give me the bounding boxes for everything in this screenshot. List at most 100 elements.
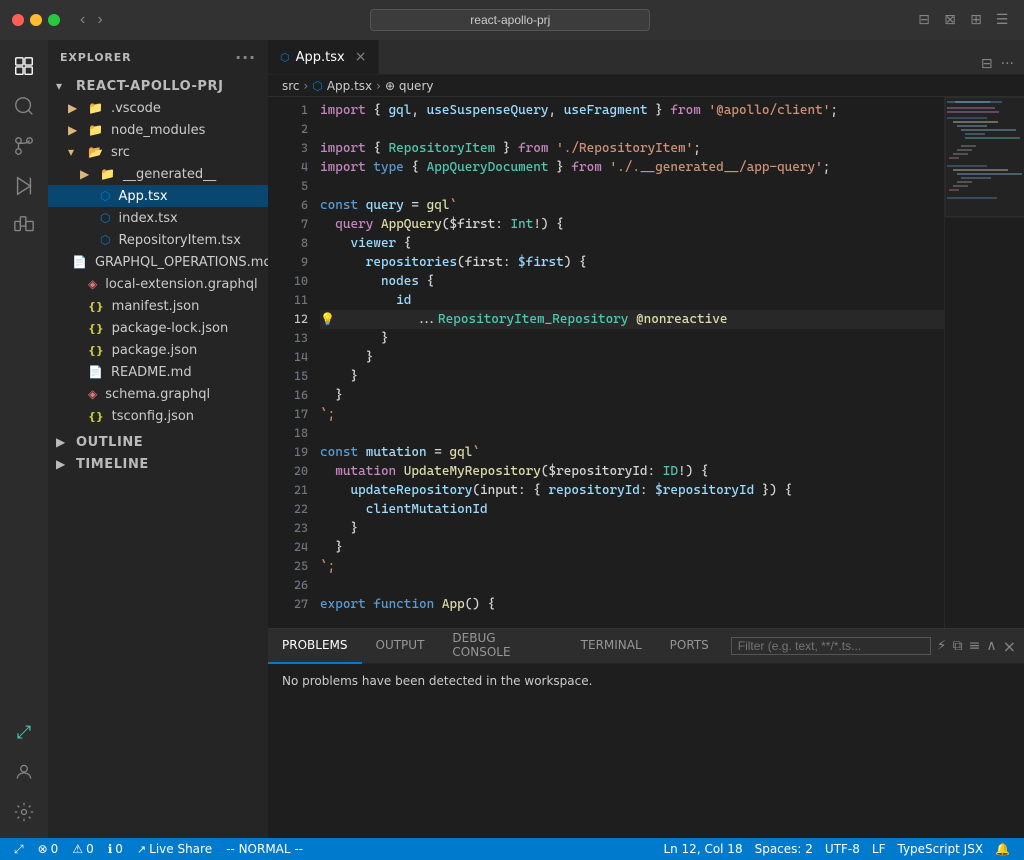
status-warnings[interactable]: ⚠ 0 [66,838,99,860]
split-editor-button[interactable]: ⊟ [979,54,995,74]
tree-item-manifest[interactable]: {} manifest.json [48,295,268,317]
status-errors[interactable]: ⊗ 0 [32,838,65,860]
panel-layout-icon[interactable]: ⊟ [914,10,934,30]
breadcrumb-src[interactable]: src [282,79,300,93]
line-num-26: 26 [268,576,308,595]
tree-item-repository-item[interactable]: ⬡ RepositoryItem.tsx [48,229,268,251]
liveshare-label: Live Share [149,842,212,856]
code-editor[interactable]: 1 2 3 4 5 6 7 8 9 10 11 12 13 14 15 16 1 [268,97,944,628]
tree-item-node-modules[interactable]: ▶ 📁 node_modules [48,119,268,141]
code-line-5 [320,177,944,196]
panel-tab-terminal[interactable]: TERMINAL [567,629,656,664]
activity-source-control[interactable] [6,128,42,164]
tree-item-package-lock[interactable]: {} package-lock.json [48,317,268,339]
chevron-right-icon2: ▶ [68,123,84,137]
maximize-button[interactable] [48,14,60,26]
tree-item-timeline[interactable]: ▶ TIMELINE [48,453,268,475]
activity-account[interactable] [6,754,42,790]
status-liveshare[interactable]: ↗ Live Share [131,838,218,860]
breadcrumb-app-tsx-label[interactable]: App.tsx [327,79,372,93]
panel-tab-problems[interactable]: PROBLEMS [268,629,362,664]
status-remote-button[interactable]: ⤢ [8,838,30,860]
close-panel-icon[interactable]: × [1003,637,1016,656]
clear-output-icon[interactable]: ≡ [969,638,981,654]
tree-label-tsconfig: tsconfig.json [112,409,194,424]
panel-tab-ports[interactable]: PORTS [656,629,723,664]
line-num-15: 15 [268,367,308,386]
tab-close-button[interactable]: × [355,49,367,65]
layout-icon[interactable]: ⊞ [966,10,986,30]
activity-search[interactable] [6,88,42,124]
error-count: 0 [51,842,59,856]
activity-explorer[interactable] [6,48,42,84]
status-position[interactable]: Ln 12, Col 18 [657,838,748,860]
tree-item-readme[interactable]: 📄 README.md [48,361,268,383]
folder-icon3: 📁 [100,167,115,181]
minimize-button[interactable] [30,14,42,26]
line-num-25: 25 [268,557,308,576]
activity-settings[interactable] [6,794,42,830]
activity-extensions[interactable] [6,208,42,244]
activity-bottom: ⤢ [6,714,42,830]
filter-icon[interactable]: ⚡ [937,638,947,654]
back-button[interactable]: ‹ [76,9,89,31]
folder-icon: 📁 [88,101,103,115]
light-bulb-icon[interactable]: 💡 [320,310,335,329]
sidebar-more-button[interactable]: ··· [235,48,256,67]
traffic-lights [12,14,60,26]
code-line-21: updateRepository(input: { repositoryId: … [320,481,944,500]
tree-label-package: package.json [112,343,198,358]
copy-output-icon[interactable]: ⧉ [953,638,963,654]
status-encoding[interactable]: UTF-8 [819,838,866,860]
language-text: TypeScript JSX [897,842,983,856]
status-language[interactable]: TypeScript JSX [891,838,989,860]
tree-item-vscode[interactable]: ▶ 📁 .vscode [48,97,268,119]
tree-item-outline[interactable]: ▶ OUTLINE [48,431,268,453]
tree-item-app-tsx[interactable]: ⬡ App.tsx [48,185,268,207]
breadcrumb-app-tsx[interactable]: ⬡ [312,79,322,93]
collapse-panel-icon[interactable]: ∧ [986,638,996,654]
breadcrumb-query[interactable]: ⊕ query [385,79,434,93]
tree-label-package-lock: package-lock.json [112,321,229,336]
status-notifications[interactable]: 🔔 [989,838,1016,860]
tree-item-tsconfig[interactable]: {} tsconfig.json [48,405,268,427]
code-line-22: clientMutationId [320,500,944,519]
json-file-icon3: {} [88,344,104,357]
info-icon: ℹ [108,842,113,856]
customize-layout-icon[interactable]: ☰ [992,10,1012,30]
status-eol[interactable]: LF [866,838,892,860]
line-num-10: 10 [268,272,308,291]
tab-app-tsx[interactable]: ⬡ App.tsx × [268,40,379,74]
tree-item-package[interactable]: {} package.json [48,339,268,361]
panel-tab-debug-console[interactable]: DEBUG CONSOLE [438,629,566,664]
json-file-icon4: {} [88,410,104,423]
forward-button[interactable]: › [93,9,106,31]
tree-item-graphql-operations[interactable]: 📄 GRAPHQL_OPERATIONS.md [48,251,268,273]
tree-item-index-tsx[interactable]: ⬡ index.tsx [48,207,268,229]
panel-filter-input[interactable] [731,637,931,655]
panel-tab-output[interactable]: OUTPUT [362,629,439,664]
panel: PROBLEMS OUTPUT DEBUG CONSOLE TERMINAL P… [268,628,1024,838]
activity-run[interactable] [6,168,42,204]
code-content[interactable]: import { gql, useSuspenseQuery, useFragm… [316,97,944,628]
line-num-17: 17 [268,405,308,424]
md-file-icon: 📄 [72,255,87,269]
status-spaces[interactable]: Spaces: 2 [749,838,819,860]
tree-item-generated[interactable]: ▶ 📁 __generated__ [48,163,268,185]
activity-remote[interactable]: ⤢ [6,714,42,750]
status-info[interactable]: ℹ 0 [102,838,129,860]
breadcrumb-sep1: › [304,79,309,93]
breadcrumb-sep2: › [376,79,381,93]
code-line-3: import { RepositoryItem } from './Reposi… [320,139,944,158]
tree-item-schema[interactable]: ◈ schema.graphql [48,383,268,405]
split-editor-icon[interactable]: ⊠ [940,10,960,30]
close-button[interactable] [12,14,24,26]
tree-item-src[interactable]: ▾ 📂 src [48,141,268,163]
tree-item-local-extension[interactable]: ◈ local-extension.graphql [48,273,268,295]
main-layout: ⤢ EXPLORER ··· ▾ REACT-APOLLO-PRJ [0,40,1024,838]
line-num-11: 11 [268,291,308,310]
tree-item-root[interactable]: ▾ REACT-APOLLO-PRJ [48,75,268,97]
more-actions-button[interactable]: ··· [999,54,1016,74]
tab-file-icon: ⬡ [280,51,290,64]
title-search-input[interactable] [370,9,650,31]
